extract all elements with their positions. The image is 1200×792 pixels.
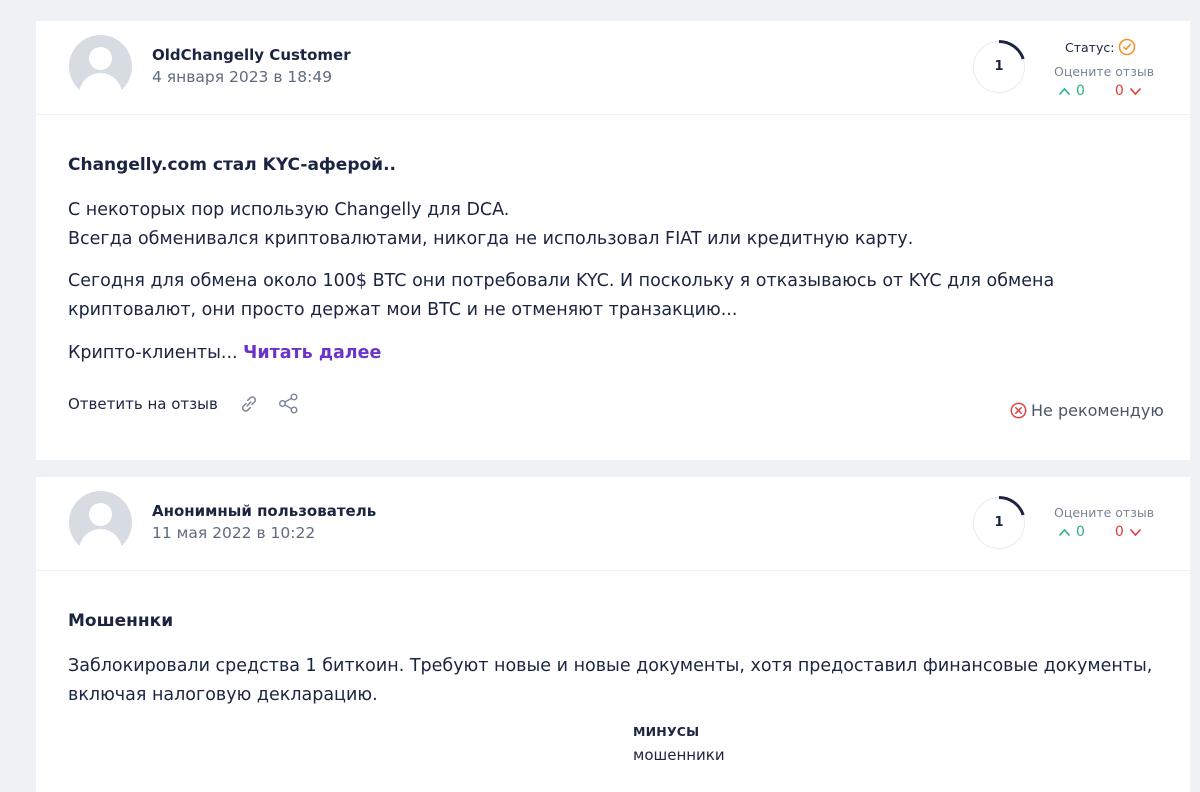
avatar	[69, 491, 132, 554]
not-recommend-label: Не рекомендую	[1031, 401, 1164, 420]
read-more-link[interactable]: Читать далее	[243, 343, 381, 363]
rating-value: 1	[994, 59, 1004, 74]
review-author[interactable]: OldChangelly Customer	[152, 46, 351, 64]
avatar	[69, 35, 132, 98]
chevron-up-icon	[1058, 87, 1071, 95]
rate-review-label: Оцените отзыв	[1054, 64, 1155, 79]
review-title: Changelly.com стал KYC-аферой..	[68, 155, 396, 175]
chevron-up-icon	[1058, 528, 1071, 536]
vote-up-count: 0	[1076, 83, 1085, 99]
vote-down-button[interactable]: 0	[1115, 83, 1142, 99]
vote-up-count: 0	[1076, 524, 1085, 540]
review-text-line: Сегодня для обмена около 100$ BTC они по…	[68, 271, 1055, 291]
vote-down-count: 0	[1114, 83, 1124, 99]
review-date: 11 мая 2022 в 10:22	[152, 524, 316, 542]
vote-down-button[interactable]: 0	[1115, 524, 1142, 540]
x-circle-icon	[1010, 402, 1027, 419]
rate-review-label: Оцените отзыв	[1054, 505, 1155, 520]
vote-controls: 0 0	[1058, 524, 1142, 540]
review-card: Анонимный пользователь 11 мая 2022 в 10:…	[36, 477, 1190, 792]
not-recommend-badge: Не рекомендую	[1010, 401, 1164, 420]
share-icon[interactable]	[277, 392, 300, 415]
review-text-line: Заблокировали средства 1 биткоин. Требую…	[68, 656, 1153, 676]
cons-text: мошенники	[633, 746, 725, 764]
rating-circle: 1	[972, 496, 1026, 550]
review-text-last-line: Крипто-клиенты... Читать далее	[68, 339, 381, 368]
review-title: Мошеннки	[68, 611, 174, 631]
rating-value: 1	[994, 515, 1004, 530]
vote-up-button[interactable]: 0	[1058, 83, 1085, 99]
review-text-snippet: Крипто-клиенты...	[68, 343, 244, 363]
review-text-line: криптовалют, они просто держат мои BTC и…	[68, 300, 738, 320]
status: Статус:	[1065, 38, 1136, 56]
status-label: Статус:	[1065, 39, 1115, 55]
vote-up-button[interactable]: 0	[1058, 524, 1085, 540]
review-card: OldChangelly Customer 4 января 2023 в 18…	[36, 21, 1190, 460]
user-silhouette-icon	[89, 503, 112, 526]
vote-down-count: 0	[1114, 524, 1124, 540]
vote-controls: 0 0	[1058, 83, 1142, 99]
chevron-down-icon	[1129, 528, 1141, 536]
rating-circle: 1	[972, 40, 1026, 94]
cons-heading: МИНУСЫ	[633, 724, 700, 739]
user-silhouette-icon	[89, 47, 112, 70]
review-header: OldChangelly Customer 4 января 2023 в 18…	[36, 21, 1190, 115]
review-header: Анонимный пользователь 11 мая 2022 в 10:…	[36, 477, 1190, 571]
check-circle-icon	[1119, 38, 1136, 56]
review-text-line: С некоторых пор использую Changelly для …	[68, 200, 510, 220]
reply-button[interactable]: Ответить на отзыв	[68, 395, 218, 413]
review-author[interactable]: Анонимный пользователь	[152, 502, 376, 520]
chevron-down-icon	[1129, 87, 1141, 95]
review-date: 4 января 2023 в 18:49	[152, 68, 333, 86]
review-text-line: включая налоговую декларацию.	[68, 685, 378, 705]
link-icon[interactable]	[238, 393, 260, 415]
review-text-line: Всегда обменивался криптовалютами, никог…	[68, 229, 914, 249]
